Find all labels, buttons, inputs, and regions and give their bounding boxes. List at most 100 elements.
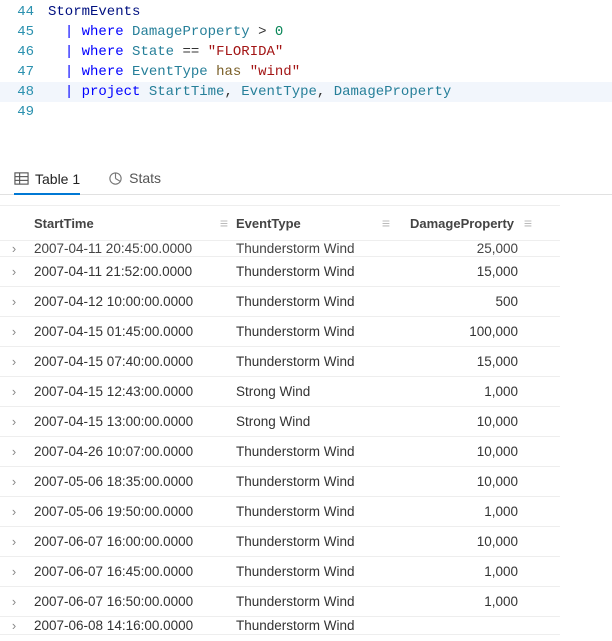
- editor-line[interactable]: 49: [0, 102, 612, 122]
- cell-starttime: 2007-06-07 16:00:00.0000: [28, 534, 218, 549]
- column-menu-icon[interactable]: ≡: [218, 215, 230, 231]
- cell-eventtype: Thunderstorm Wind: [230, 264, 380, 279]
- expand-row-icon[interactable]: ›: [0, 414, 28, 429]
- cell-eventtype: Thunderstorm Wind: [230, 241, 380, 256]
- cell-eventtype: Strong Wind: [230, 384, 380, 399]
- cell-starttime: 2007-04-15 12:43:00.0000: [28, 384, 218, 399]
- cell-eventtype: Thunderstorm Wind: [230, 324, 380, 339]
- cell-damageproperty: 15,000: [392, 354, 532, 369]
- table-row[interactable]: ›2007-04-15 01:45:00.0000 Thunderstorm Wi…: [0, 317, 560, 347]
- expand-row-icon[interactable]: ›: [0, 594, 28, 609]
- cell-starttime: 2007-04-11 21:52:00.0000: [28, 264, 218, 279]
- cell-eventtype: Thunderstorm Wind: [230, 534, 380, 549]
- line-number: 44: [0, 2, 48, 22]
- column-header-eventtype[interactable]: EventType: [230, 216, 380, 231]
- table-row[interactable]: ›2007-06-08 14:16:00.0000 Thunderstorm Wi…: [0, 617, 560, 635]
- table-header-row: StartTime ≡ EventType ≡ DamageProperty ≡: [0, 205, 560, 241]
- cell-starttime: 2007-04-15 13:00:00.0000: [28, 414, 218, 429]
- expand-row-icon[interactable]: ›: [0, 564, 28, 579]
- expand-row-icon[interactable]: ›: [0, 444, 28, 459]
- table-row[interactable]: ›2007-04-15 07:40:00.0000 Thunderstorm Wi…: [0, 347, 560, 377]
- table-icon: [14, 171, 29, 186]
- cell-starttime: 2007-04-11 20:45:00.0000: [28, 241, 218, 256]
- cell-damageproperty: 1,000: [392, 504, 532, 519]
- table-row[interactable]: ›2007-04-26 10:07:00.0000 Thunderstorm Wi…: [0, 437, 560, 467]
- editor-line[interactable]: 45 | where DamageProperty > 0: [0, 22, 612, 42]
- tab-table-label: Table 1: [35, 171, 80, 187]
- tab-table[interactable]: Table 1: [14, 171, 80, 195]
- stats-icon: [108, 171, 123, 186]
- table-row[interactable]: ›2007-05-06 19:50:00.0000 Thunderstorm Wi…: [0, 497, 560, 527]
- cell-starttime: 2007-06-07 16:50:00.0000: [28, 594, 218, 609]
- code-content[interactable]: StormEvents: [48, 2, 612, 22]
- expand-row-icon[interactable]: ›: [0, 474, 28, 489]
- expand-row-icon[interactable]: ›: [0, 241, 28, 256]
- expand-row-icon[interactable]: ›: [0, 324, 28, 339]
- line-number: 49: [0, 102, 48, 122]
- line-number: 47: [0, 62, 48, 82]
- column-header-starttime[interactable]: StartTime: [28, 216, 218, 231]
- expand-row-icon[interactable]: ›: [0, 354, 28, 369]
- cell-eventtype: Thunderstorm Wind: [230, 444, 380, 459]
- cell-starttime: 2007-06-07 16:45:00.0000: [28, 564, 218, 579]
- table-row[interactable]: ›2007-06-07 16:50:00.0000 Thunderstorm Wi…: [0, 587, 560, 617]
- editor-line[interactable]: 46 | where State == "FLORIDA": [0, 42, 612, 62]
- cell-starttime: 2007-04-15 01:45:00.0000: [28, 324, 218, 339]
- code-content[interactable]: | where State == "FLORIDA": [48, 42, 612, 62]
- cell-damageproperty: 10,000: [392, 474, 532, 489]
- tab-stats-label: Stats: [129, 170, 161, 186]
- cell-eventtype: Strong Wind: [230, 414, 380, 429]
- column-menu-icon[interactable]: ≡: [522, 215, 534, 231]
- table-row[interactable]: ›2007-04-12 10:00:00.0000Thunderstorm Wi…: [0, 287, 560, 317]
- code-content[interactable]: | where DamageProperty > 0: [48, 22, 612, 42]
- code-content[interactable]: | project StartTime, EventType, DamagePr…: [48, 82, 612, 102]
- expand-row-icon[interactable]: ›: [0, 618, 28, 633]
- table-row[interactable]: ›2007-04-11 20:45:00.0000 Thunderstorm Wi…: [0, 241, 560, 257]
- cell-starttime: 2007-06-08 14:16:00.0000: [28, 618, 218, 633]
- cell-eventtype: Thunderstorm Wind: [230, 564, 380, 579]
- editor-line[interactable]: 47 | where EventType has "wind": [0, 62, 612, 82]
- cell-damageproperty: 25,000: [392, 241, 532, 256]
- line-number: 46: [0, 42, 48, 62]
- cell-eventtype: Thunderstorm Wind: [230, 474, 380, 489]
- table-row[interactable]: ›2007-04-15 12:43:00.0000 Strong Wind 1,00…: [0, 377, 560, 407]
- editor-line[interactable]: 44StormEvents: [0, 2, 612, 22]
- query-editor[interactable]: 44StormEvents45 | where DamageProperty >…: [0, 0, 612, 128]
- cell-starttime: 2007-04-15 07:40:00.0000: [28, 354, 218, 369]
- cell-eventtype: Thunderstorm Wind: [230, 618, 380, 633]
- table-row[interactable]: ›2007-06-07 16:00:00.0000 Thunderstorm Wi…: [0, 527, 560, 557]
- cell-damageproperty: 100,000: [392, 324, 532, 339]
- cell-eventtype: Thunderstorm Wind: [230, 354, 380, 369]
- line-number: 48: [0, 82, 48, 102]
- column-menu-icon[interactable]: ≡: [380, 215, 392, 231]
- cell-eventtype: Thunderstorm Wind: [230, 504, 380, 519]
- expand-row-icon[interactable]: ›: [0, 534, 28, 549]
- cell-starttime: 2007-05-06 18:35:00.0000: [28, 474, 218, 489]
- expand-row-icon[interactable]: ›: [0, 294, 28, 309]
- cell-damageproperty: 500: [392, 294, 532, 309]
- line-number: 45: [0, 22, 48, 42]
- column-header-damageproperty[interactable]: DamageProperty: [392, 216, 522, 231]
- table-row[interactable]: ›2007-05-06 18:35:00.0000 Thunderstorm Wi…: [0, 467, 560, 497]
- expand-row-icon[interactable]: ›: [0, 504, 28, 519]
- code-content[interactable]: [48, 102, 612, 122]
- cell-damageproperty: 15,000: [392, 264, 532, 279]
- expand-row-icon[interactable]: ›: [0, 264, 28, 279]
- result-tabs: Table 1 Stats: [0, 156, 612, 195]
- table-row[interactable]: ›2007-06-07 16:45:00.0000 Thunderstorm Wi…: [0, 557, 560, 587]
- cell-damageproperty: 1,000: [392, 384, 532, 399]
- table-row[interactable]: ›2007-04-11 21:52:00.0000 Thunderstorm Wi…: [0, 257, 560, 287]
- cell-starttime: 2007-05-06 19:50:00.0000: [28, 504, 218, 519]
- cell-damageproperty: 1,000: [392, 594, 532, 609]
- cell-eventtype: Thunderstorm Wind: [230, 294, 380, 309]
- code-content[interactable]: | where EventType has "wind": [48, 62, 612, 82]
- cell-eventtype: Thunderstorm Wind: [230, 594, 380, 609]
- cell-damageproperty: 1,000: [392, 564, 532, 579]
- editor-line[interactable]: 48 | project StartTime, EventType, Damag…: [0, 82, 612, 102]
- expand-row-icon[interactable]: ›: [0, 384, 28, 399]
- table-row[interactable]: ›2007-04-15 13:00:00.0000Strong Wind10,0…: [0, 407, 560, 437]
- results-table: StartTime ≡ EventType ≡ DamageProperty ≡…: [0, 195, 560, 635]
- tab-stats[interactable]: Stats: [108, 170, 161, 186]
- cell-damageproperty: 10,000: [392, 534, 532, 549]
- cell-starttime: 2007-04-26 10:07:00.0000: [28, 444, 218, 459]
